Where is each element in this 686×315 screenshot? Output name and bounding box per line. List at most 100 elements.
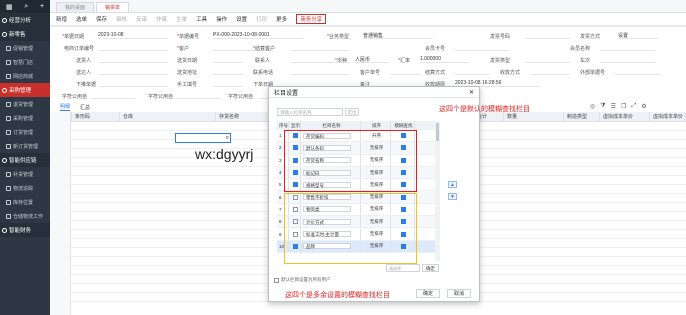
watermark-text: wx:dgyyrj	[195, 146, 254, 162]
filter-icon[interactable]: ⧩	[600, 103, 605, 110]
trip-field[interactable]	[600, 56, 655, 63]
tab-summary[interactable]: 汇总	[80, 104, 90, 111]
column-icon[interactable]: ☰	[611, 103, 616, 110]
dialog-title: 栏目设置	[274, 90, 299, 97]
payment-method-field[interactable]	[530, 68, 570, 75]
column-search-input[interactable]: 请输入栏目名称	[277, 108, 343, 116]
gear-icon[interactable]: ⚙	[641, 103, 646, 110]
move-to-input[interactable]: 请选择	[386, 264, 420, 272]
audit-button[interactable]: 审核	[116, 15, 127, 23]
plus-icon[interactable]: +	[40, 3, 44, 10]
tab-desktop[interactable]: 我的桌面	[56, 2, 95, 12]
grid-column-header[interactable]: 制造类型	[564, 111, 600, 122]
scrollbar-thumb[interactable]	[436, 123, 439, 141]
sidebar-menu: 经营分析 新零售 促销管理 智慧门店 网店商城 采购管理 退货管理 采购管理 订货管理 新订货管理…	[0, 13, 50, 237]
receiver-field[interactable]	[98, 68, 168, 75]
custom-field-1[interactable]	[90, 92, 135, 99]
inventory-cell-input[interactable]: ⌕	[175, 133, 231, 143]
delivery-date-field[interactable]	[213, 56, 243, 63]
ecommerce-order-field[interactable]	[98, 44, 168, 51]
cancel-button[interactable]: 取消	[447, 289, 471, 298]
member-card-field[interactable]	[455, 44, 510, 51]
grid-column-header[interactable]: 虚拟成本单价	[600, 111, 650, 122]
sidebar-item[interactable]: 采购管理	[0, 111, 50, 125]
print-button[interactable]: 打印	[256, 15, 267, 23]
sidebar-item[interactable]: 智能供应链	[0, 153, 50, 167]
currency-field[interactable]: 人民币	[355, 56, 390, 63]
ok-button[interactable]: 确定	[416, 289, 440, 298]
contact-phone-field[interactable]	[290, 68, 350, 75]
doc-number-field[interactable]: PX-000-2023-10-08-0001	[213, 32, 303, 39]
sidebar-item[interactable]: 物流追踪	[0, 181, 50, 195]
expand-icon[interactable]: ⤢	[631, 103, 636, 110]
sidebar-item[interactable]: 退货管理	[0, 97, 50, 111]
scrollbar[interactable]	[435, 121, 440, 261]
invoice-mode-field[interactable]: 设置	[618, 32, 658, 39]
invoice-number-field[interactable]	[525, 32, 570, 39]
manual-number-field[interactable]	[213, 80, 243, 87]
manual-number-label: 手工填号	[177, 82, 198, 88]
business-type-field[interactable]: 普通销售	[363, 32, 433, 39]
external-doc-field[interactable]	[615, 68, 660, 75]
sidebar-item[interactable]: 新订货管理	[0, 139, 50, 153]
search-icon[interactable]: ⌕	[24, 3, 28, 11]
sidebar-item[interactable]: 智能财务	[0, 223, 50, 237]
tab-detail[interactable]: 明细	[60, 103, 71, 111]
sidebar-item[interactable]: 仓储物流工作	[0, 209, 50, 223]
copy-icon[interactable]: ❐	[621, 103, 626, 110]
move-down-button[interactable]: ▼	[448, 193, 457, 200]
void-button[interactable]: 作废	[156, 15, 167, 23]
share-button[interactable]: 商务分享	[296, 14, 327, 24]
tab-sales-order[interactable]: 销货单	[96, 2, 130, 12]
grid-column-header[interactable]: 虚拟成本单价	[650, 111, 686, 122]
move-up-button[interactable]: ▲	[448, 181, 457, 188]
apply-all-checkbox[interactable]	[274, 277, 279, 283]
grid-column-header[interactable]: 仓库	[120, 111, 216, 122]
sidebar-item[interactable]: 采购管理	[0, 83, 50, 97]
tools-button[interactable]: 工具	[196, 15, 207, 23]
locate-icon[interactable]: ◎	[590, 103, 595, 110]
menu-item-icon	[6, 115, 11, 121]
push-doc-label: 下推单据	[76, 82, 97, 88]
sidebar-item[interactable]: 新零售	[0, 27, 50, 41]
top-tab-bar: 我的桌面 销货单	[50, 0, 686, 13]
sidebar-item[interactable]: 智慧门店	[0, 55, 50, 69]
apply-all-option[interactable]: 默认栏目设置为所有用户	[274, 277, 331, 283]
search-icon[interactable]: ⌕	[226, 135, 229, 142]
menu-group-icon	[2, 87, 7, 93]
locate-button[interactable]: 定位	[345, 108, 359, 116]
push-doc-field[interactable]	[98, 80, 168, 87]
new-button[interactable]: 新增	[56, 15, 67, 23]
ecommerce-order-label: 电商订单编号	[64, 46, 95, 52]
settle-method-field[interactable]	[455, 68, 490, 75]
customer-order-field[interactable]	[390, 68, 420, 75]
sidebar-item[interactable]: 经营分析	[0, 13, 50, 27]
date-field[interactable]: 2023-10-08	[98, 32, 168, 39]
exchange-rate-field[interactable]: 1.000000	[420, 56, 470, 63]
sidebar: ▦ ⌕ + 经营分析 新零售 促销管理 智慧门店 网店商城 采购管理 退货管理 采购管理 订货管…	[0, 0, 50, 315]
grid-column-header[interactable]: 条形码	[72, 111, 120, 122]
custom-field-2[interactable]	[176, 92, 221, 99]
member-name-field[interactable]	[600, 44, 655, 51]
settle-customer-field[interactable]	[290, 44, 350, 51]
close-icon[interactable]: ✕	[469, 89, 474, 96]
unaudit-button[interactable]: 反审	[136, 15, 147, 23]
grid-column-header[interactable]: 存货名称	[216, 111, 272, 122]
sidebar-item[interactable]: 网店商城	[0, 69, 50, 83]
operate-button[interactable]: 操作	[216, 15, 227, 23]
sidebar-item[interactable]: 促销管理	[0, 41, 50, 55]
generate-button[interactable]: 生单	[176, 15, 187, 23]
sidebar-item[interactable]: 订货管理	[0, 125, 50, 139]
delivery-address-field[interactable]	[213, 68, 243, 75]
more-button[interactable]: 更多	[276, 15, 287, 23]
save-button[interactable]: 保存	[96, 15, 107, 23]
grid-icon[interactable]: ▦	[6, 3, 13, 11]
select-button[interactable]: 选单	[76, 15, 87, 23]
invoice-type-field[interactable]	[525, 56, 570, 63]
sidebar-item[interactable]: 库存位置	[0, 195, 50, 209]
menu-item-icon	[6, 213, 11, 219]
settings-button[interactable]: 设置	[236, 15, 247, 23]
move-confirm-button[interactable]: 确定	[422, 264, 439, 272]
delivery-person-field[interactable]	[98, 56, 168, 63]
sidebar-item[interactable]: 补货管理	[0, 167, 50, 181]
